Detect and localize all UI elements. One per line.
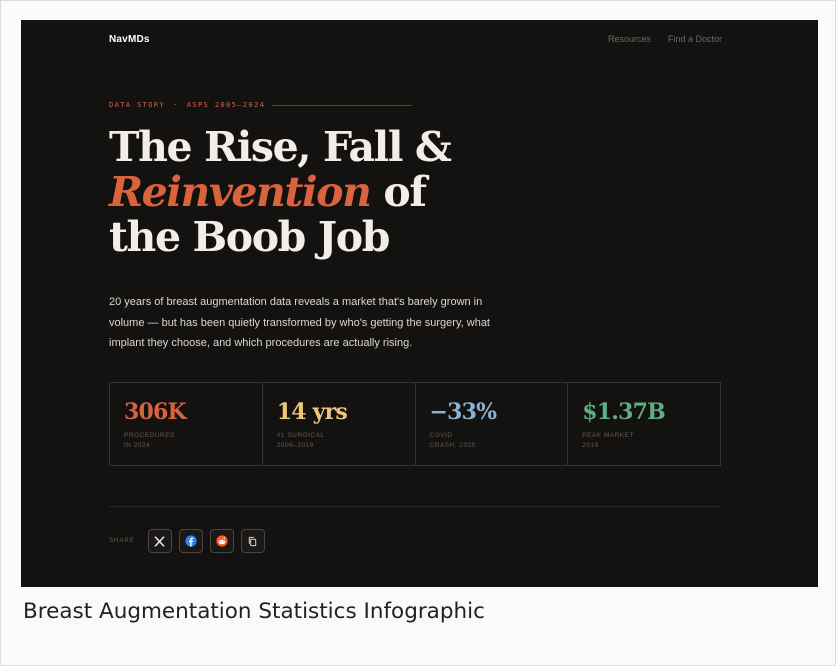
title-accent: Reinvention [109,168,372,216]
share-x-button[interactable] [147,529,172,553]
stat-value: 306K [124,399,187,425]
eyebrow-source: ASPS 2005–2024 [186,101,266,109]
stat-label: COVID CRASH, 2020 [429,432,476,449]
intro-paragraph: 20 years of breast augmentation data rev… [109,296,490,349]
brand-logo[interactable]: NavMDs [109,34,150,45]
nav-link-find-a-doctor[interactable]: Find a Doctor [668,34,722,44]
share-bar: SHARE [109,528,265,554]
stat-procedures: 306K PROCEDURES IN 2024 [110,383,263,465]
image-caption: Breast Augmentation Statistics Infograph… [23,599,485,624]
stat-label: PEAK MARKET 2019 [582,432,634,449]
eyebrow-separator: · [173,101,179,109]
screenshot-frame: NavMDs Resources Find a Doctor DATA STOR… [0,0,836,666]
stat-years-top: 14 yrs #1 SURGICAL 2006–2019 [263,383,416,465]
reddit-icon [216,535,228,547]
stats-strip: 306K PROCEDURES IN 2024 14 yrs #1 SURGIC… [109,382,721,466]
eyebrow-label: DATA STORY [109,101,166,109]
nav-link-resources[interactable]: Resources [608,34,651,44]
facebook-icon [185,535,197,547]
share-reddit-button[interactable] [209,529,234,553]
copy-link-button[interactable] [240,529,265,553]
stat-value: $1.37B [582,399,665,425]
page-title: The Rise, Fall & Reinvention of the Boob… [109,125,529,260]
title-line-3: the Boob Job [109,213,390,261]
stat-value: 14 yrs [276,399,348,425]
section-divider [109,506,721,507]
title-line-2-rest: of [370,168,427,216]
copy-icon [248,536,257,546]
eyebrow-rule [272,104,413,106]
stat-label: PROCEDURES IN 2024 [124,432,175,449]
hero-section: NavMDs Resources Find a Doctor DATA STOR… [21,20,818,587]
stat-value: −33% [429,399,498,425]
share-facebook-button[interactable] [178,529,203,553]
stat-label: #1 SURGICAL 2006–2019 [276,432,325,449]
top-nav: Resources Find a Doctor [608,34,722,44]
stat-covid-crash: −33% COVID CRASH, 2020 [416,383,569,465]
title-line-1: The Rise, Fall & [109,123,452,171]
share-label: SHARE [109,538,135,544]
eyebrow: DATA STORY · ASPS 2005–2024 [109,100,413,110]
stat-peak-market: $1.37B PEAK MARKET 2019 [568,383,720,465]
x-logo-icon [154,535,165,547]
